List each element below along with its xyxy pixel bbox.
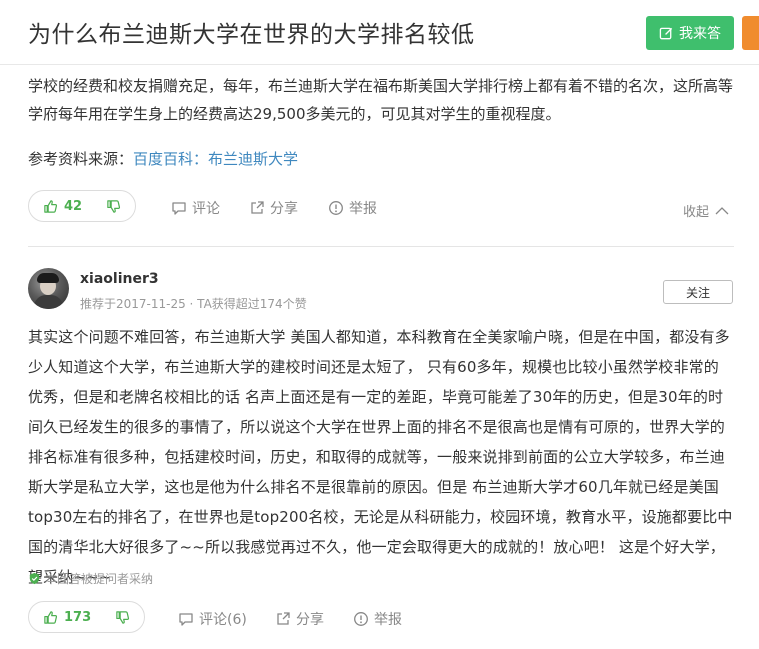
chevron-up-icon [715,206,729,214]
thumbs-up-icon [44,610,58,624]
answer-meta: 推荐于2017-11-25 · TA获得超过174个赞 [80,297,307,311]
share-label: 分享 [270,201,298,217]
like-button[interactable]: 42 [29,199,94,214]
reference: 参考资料来源：百度百科：布兰迪斯大学 [28,145,298,173]
collapse-label: 收起 [683,205,710,220]
comment-label: 评论(6) [199,612,247,628]
thumbs-up-icon [44,199,58,213]
like-count: 42 [64,198,83,214]
report-label: 举报 [349,201,377,217]
report-icon [354,612,368,626]
edit-icon [659,27,673,39]
shield-check-icon [29,572,40,585]
reference-link[interactable]: 百度百科：布兰迪斯大学 [133,150,298,168]
share-button[interactable]: 分享 [275,609,324,629]
side-tab[interactable] [742,16,759,50]
comment-icon [172,202,186,215]
vote-group: 173 [28,601,145,633]
comment-button[interactable]: 评论(6) [178,609,247,629]
like-button[interactable]: 173 [29,610,103,625]
dislike-button[interactable] [94,199,135,214]
answer-divider [28,246,734,247]
share-label: 分享 [296,612,324,628]
report-label: 举报 [374,612,402,628]
page-header: 为什么布兰迪斯大学在世界的大学排名较低 我来答 [0,0,759,65]
thumbs-down-icon [116,610,130,624]
share-icon [251,201,264,214]
comment-button[interactable]: 评论 [171,198,220,218]
comment-label: 评论 [192,201,220,217]
reference-label: 参考资料来源： [28,150,134,168]
adopted-label: 本回答被提问者采纳 [45,572,154,586]
share-icon [277,612,290,625]
follow-button[interactable]: 关注 [663,280,733,304]
like-count: 173 [64,609,92,625]
answer-button-label: 我来答 [679,26,721,42]
thumbs-down-icon [107,199,121,213]
comment-icon [179,613,193,626]
answer-text: 其实这个问题不难回答，布兰迪斯大学 美国人都知道，本科教育在全美家喻户晓，但是在… [28,328,733,586]
vote-group: 42 [28,190,136,222]
username[interactable]: xiaoliner3 [80,271,159,287]
report-icon [329,201,343,215]
avatar[interactable] [28,268,69,309]
report-button[interactable]: 举报 [353,609,402,629]
question-title: 为什么布兰迪斯大学在世界的大学排名较低 [28,22,475,48]
share-button[interactable]: 分享 [249,198,298,218]
answer-text: 学校的经费和校友捐赠充足，每年，布兰迪斯大学在福布斯美国大学排行榜上都有着不错的… [28,77,734,123]
adopted-badge: 本回答被提问者采纳 [28,570,153,587]
answer-button[interactable]: 我来答 [646,16,734,50]
collapse-button[interactable]: 收起 [683,201,729,220]
report-button[interactable]: 举报 [328,198,377,218]
dislike-button[interactable] [103,610,144,625]
